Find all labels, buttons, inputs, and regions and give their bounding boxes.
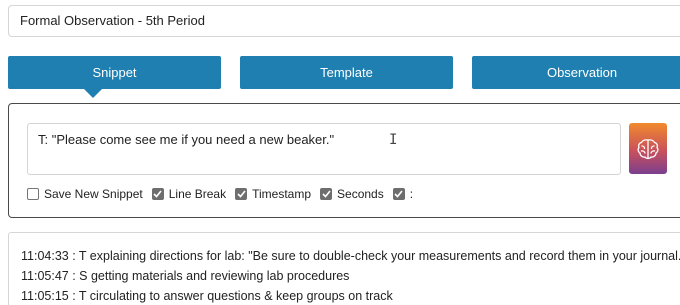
tab-template[interactable]: Template [240,56,453,89]
seconds-checkbox[interactable] [320,188,333,200]
line-break-option[interactable]: Line Break [151,187,227,201]
separator-option[interactable]: : [392,187,414,201]
line-break-checkbox[interactable] [151,188,164,200]
line-break-label: Line Break [168,187,227,201]
observation-log[interactable]: 11:04:33 : T explaining directions for l… [8,232,680,305]
observation-title-field[interactable]: Formal Observation - 5th Period [8,5,680,37]
tab-observation[interactable]: Observation [472,56,680,89]
active-tab-caret [84,89,102,98]
log-entry: 11:05:47 : S getting materials and revie… [21,269,350,283]
brain-icon [636,138,660,160]
observation-editor: Formal Observation - 5th Period Snippet … [0,0,680,305]
separator-label: : [409,187,414,201]
save-new-snippet-label: Save New Snippet [44,187,143,201]
tab-snippet[interactable]: Snippet [8,56,221,89]
save-new-snippet-option[interactable]: Save New Snippet [27,187,143,201]
text-cursor-icon: I [389,132,398,148]
log-entry: 11:04:33 : T explaining directions for l… [21,249,680,263]
log-entry: 11:05:15 : T circulating to answer quest… [21,289,393,303]
snippet-input[interactable]: T: "Please come see me if you need a new… [27,123,621,175]
save-new-snippet-checkbox[interactable] [27,188,39,200]
snippet-options: Save New Snippet Line Break Timestamp Se… [27,186,422,202]
seconds-label: Seconds [337,187,384,201]
separator-checkbox[interactable] [392,188,405,200]
timestamp-option[interactable]: Timestamp [235,187,311,201]
snippet-panel: T: "Please come see me if you need a new… [8,103,680,218]
timestamp-label: Timestamp [252,187,312,201]
seconds-option[interactable]: Seconds [320,187,384,201]
brain-button[interactable] [629,123,667,174]
timestamp-checkbox[interactable] [235,188,248,200]
